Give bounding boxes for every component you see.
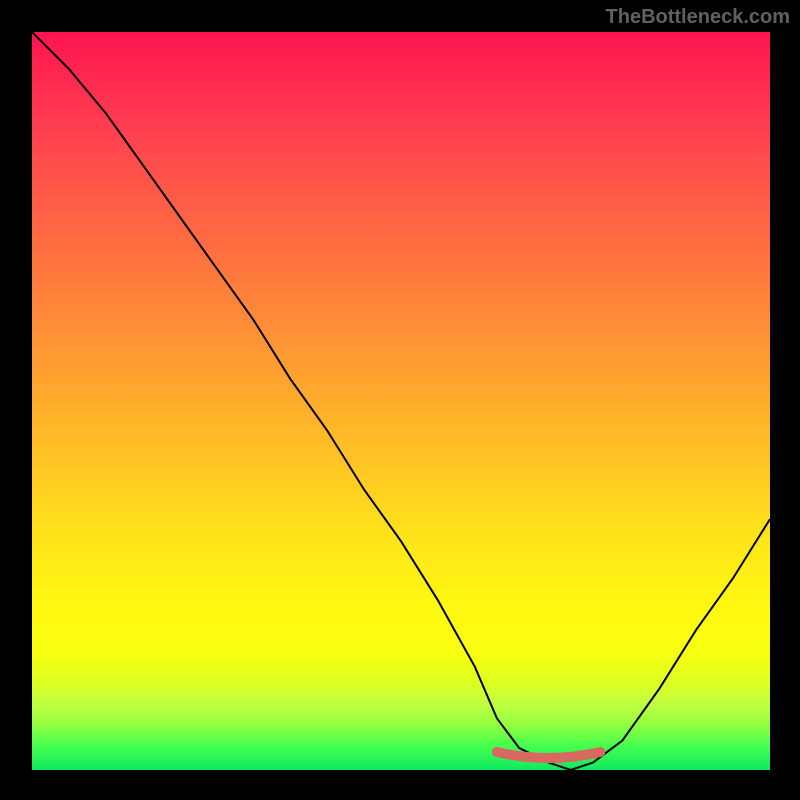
watermark-text: TheBottleneck.com	[606, 6, 790, 29]
plot-area	[32, 32, 770, 770]
bottleneck-curve	[32, 32, 770, 770]
optimal-zone-marker	[497, 752, 600, 758]
chart-svg	[32, 32, 770, 770]
